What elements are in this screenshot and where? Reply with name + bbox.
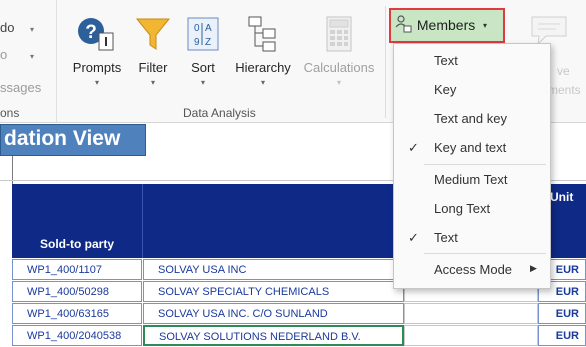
menu-item-label: Key [434, 82, 457, 97]
prompts-label: Prompts [72, 60, 122, 75]
chevron-down-icon[interactable]: ▾ [30, 52, 34, 61]
svg-text:9: 9 [194, 37, 200, 48]
menu-item-medium-text[interactable]: Medium Text [394, 165, 550, 194]
menu-item-key[interactable]: Key [394, 75, 550, 104]
header-sold-to-party[interactable]: Sold-to party [40, 237, 114, 251]
svg-text:A: A [205, 23, 212, 34]
sold-to-id-cell[interactable]: WP1_400/1107 [12, 259, 142, 280]
prompts-icon: ? [78, 18, 114, 51]
table-row[interactable]: WP1_400/63165 SOLVAY USA INC. C/O SUNLAN… [12, 303, 586, 325]
table-row[interactable]: WP1_400/2040538 SOLVAY SOLUTIONS NEDERLA… [12, 325, 586, 347]
chevron-down-icon: ▾ [336, 78, 341, 87]
menu-item-label: Medium Text [434, 172, 508, 187]
partial-group-label: ons [0, 106, 20, 120]
chevron-down-icon: ▾ [150, 78, 155, 87]
members-button[interactable]: Members ▾ [389, 8, 505, 43]
sold-to-name-cell[interactable]: SOLVAY USA INC [143, 259, 404, 280]
chevron-down-icon[interactable]: ▾ [30, 25, 34, 34]
header-cell [143, 184, 406, 258]
partial-label-3[interactable]: ssages [0, 80, 41, 95]
chevron-right-icon: ▶ [530, 263, 537, 273]
chevron-down-icon: ▾ [260, 78, 265, 87]
partial-label-2[interactable]: o [0, 47, 7, 62]
sold-to-name-cell[interactable]: SOLVAY USA INC. C/O SUNLAND [143, 303, 404, 324]
ribbon-left-partial-group: do ▾ o ▾ ssages ons [0, 0, 57, 122]
calculations-button[interactable]: Calculations ▾ [297, 15, 381, 87]
menu-item-label: Key and text [434, 140, 507, 155]
group-separator [385, 6, 386, 118]
chevron-down-icon: ▾ [483, 21, 488, 30]
partial-right-label-2: ments [548, 83, 581, 97]
filter-label: Filter [138, 60, 168, 75]
menu-item-label: Text and key [434, 111, 507, 126]
empty-cell[interactable] [404, 303, 538, 324]
members-label: Members [416, 17, 476, 33]
hierarchy-button[interactable]: Hierarchy ▾ [231, 15, 295, 87]
menu-item-label: Text [434, 230, 458, 245]
sort-icon: 0 A 9 Z [187, 17, 219, 51]
data-analysis-group-label: Data Analysis [183, 106, 256, 120]
menu-item-label: Long Text [434, 201, 491, 216]
menu-item-access-mode[interactable]: Access Mode ▶ [394, 255, 550, 284]
partial-right-label-1: ve [557, 64, 570, 78]
prompts-button[interactable]: ? Prompts ▾ [66, 15, 128, 87]
hierarchy-label: Hierarchy [235, 60, 291, 75]
empty-cell[interactable] [404, 325, 538, 346]
chevron-down-icon: ▾ [200, 78, 205, 87]
svg-text:Z: Z [205, 37, 211, 48]
sold-to-id-cell[interactable]: WP1_400/63165 [12, 303, 142, 324]
menu-item-key-and-text[interactable]: ✓ Key and text [394, 133, 550, 162]
partial-label-1[interactable]: do [0, 20, 14, 35]
sold-to-id-cell[interactable]: WP1_400/2040538 [12, 325, 142, 346]
unit-cell[interactable]: EUR [538, 303, 586, 324]
checkmark-icon: ✓ [408, 140, 419, 155]
sort-button[interactable]: 0 A 9 Z Sort ▾ [184, 15, 222, 87]
svg-text:?: ? [85, 22, 97, 43]
hierarchy-icon [248, 16, 276, 52]
menu-item-text-and-key[interactable]: Text and key [394, 104, 550, 133]
filter-icon [135, 18, 171, 50]
menu-item-long-text[interactable]: Long Text [394, 194, 550, 223]
menu-item-label: Access Mode [434, 262, 513, 277]
unit-cell[interactable]: EUR [538, 325, 586, 346]
menu-separator [424, 253, 546, 254]
sold-to-name-cell[interactable]: SOLVAY SPECIALTY CHEMICALS [143, 281, 404, 302]
members-dropdown-menu: Text Key Text and key ✓ Key and text Med… [393, 43, 551, 289]
menu-item-text[interactable]: Text [394, 46, 550, 75]
calculator-icon [326, 16, 352, 52]
members-icon [395, 15, 412, 33]
filter-button[interactable]: Filter ▾ [134, 15, 172, 87]
header-unit[interactable]: Unit [550, 190, 573, 204]
view-title: dation View [0, 124, 146, 156]
menu-item-label: Text [434, 53, 458, 68]
svg-text:0: 0 [194, 23, 200, 34]
sold-to-id-cell[interactable]: WP1_400/50298 [12, 281, 142, 302]
chevron-down-icon: ▾ [94, 78, 99, 87]
checkmark-icon: ✓ [408, 230, 419, 245]
calculations-label: Calculations [303, 60, 375, 75]
sort-label: Sort [191, 60, 215, 75]
menu-item-text-2[interactable]: ✓ Text [394, 223, 550, 252]
sold-to-name-cell[interactable]: SOLVAY SOLUTIONS NEDERLAND B.V. [143, 325, 404, 346]
